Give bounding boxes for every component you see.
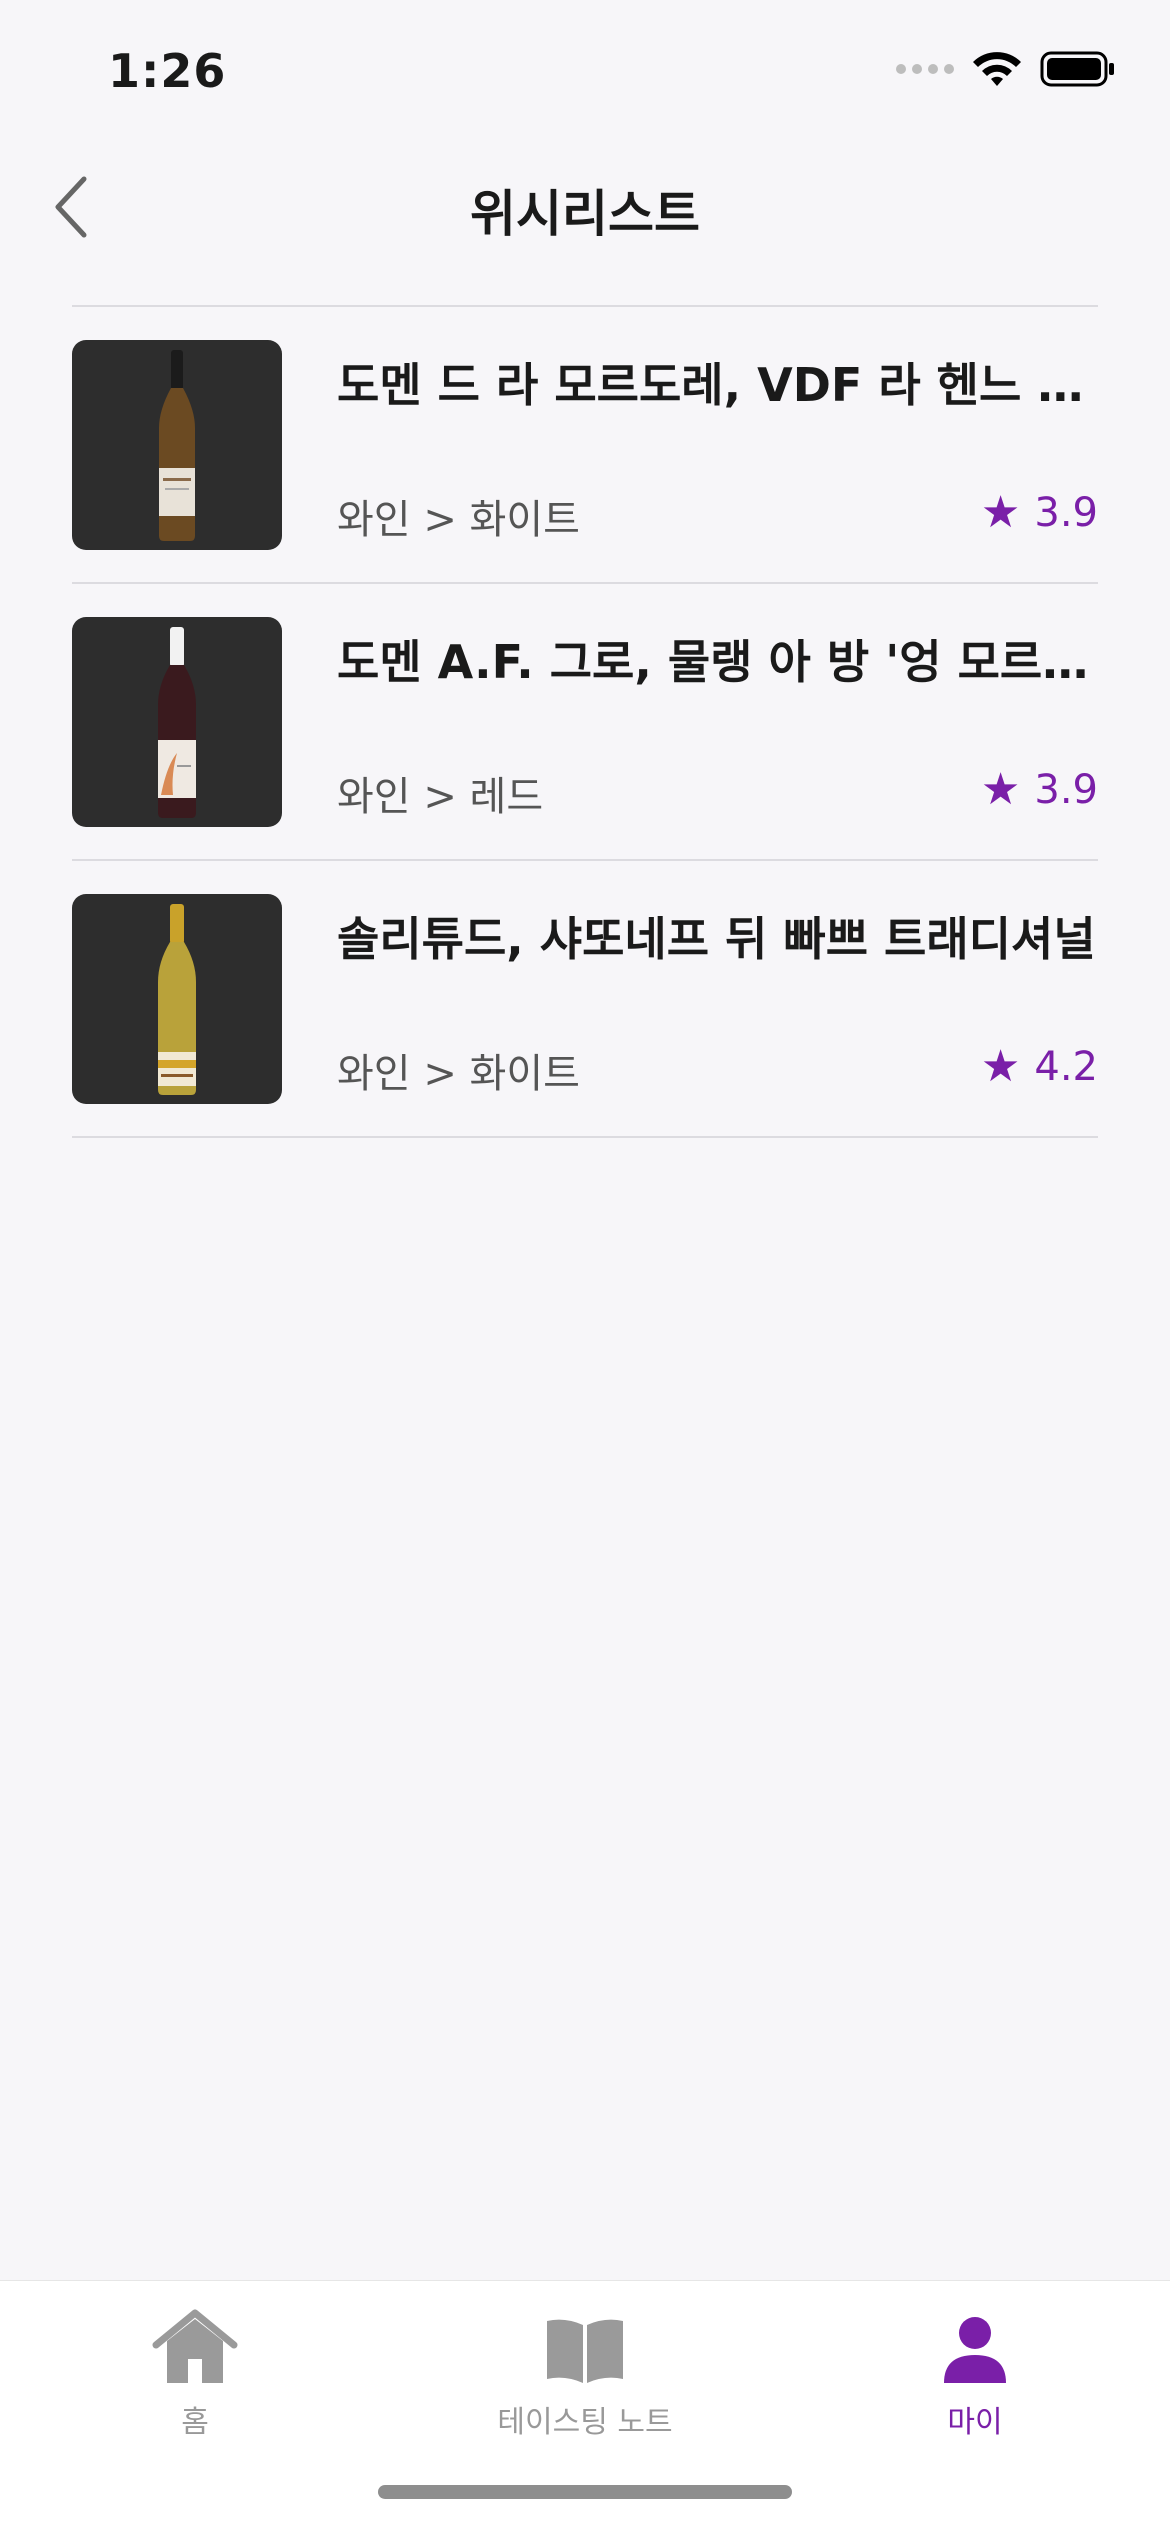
star-icon: ★ xyxy=(980,487,1021,538)
page-title: 위시리스트 xyxy=(470,185,700,243)
status-time: 1:26 xyxy=(108,44,227,98)
cellular-signal-icon xyxy=(896,64,954,74)
wine-title: 도멘 A.F. 그로, 물랭 아 방 '엉 모르페이' xyxy=(337,635,1097,689)
wine-category: 와인 > 화이트 xyxy=(337,497,580,543)
wine-title: 솔리튜드, 샤또네프 뒤 빠쁘 트래디셔널 xyxy=(337,912,1096,966)
tab-label: 홈 xyxy=(181,2405,209,2440)
star-icon: ★ xyxy=(980,1041,1021,1092)
status-icons xyxy=(896,50,1116,88)
home-indicator xyxy=(378,2485,792,2499)
wine-category: 와인 > 레드 xyxy=(337,774,544,820)
battery-icon xyxy=(1040,51,1114,87)
tab-home[interactable]: 홈 xyxy=(45,2305,345,2441)
wine-thumbnail xyxy=(72,340,282,550)
home-icon xyxy=(152,2309,238,2383)
wifi-icon xyxy=(973,52,1021,86)
wine-thumbnail xyxy=(72,617,282,827)
star-icon: ★ xyxy=(980,764,1021,815)
rating-value: 3.9 xyxy=(1034,766,1098,813)
wine-rating: ★ 4.2 xyxy=(981,1041,1098,1092)
wine-rating: ★ 3.9 xyxy=(981,487,1098,538)
wine-category: 와인 > 화이트 xyxy=(337,1051,580,1097)
rating-value: 3.9 xyxy=(1034,489,1098,536)
wishlist: 도멘 드 라 모르도레, VDF 라 헨느 드 플뢰르 와인 > 화이트 ★ 3… xyxy=(72,305,1098,1138)
wine-bottle-image xyxy=(158,903,196,1095)
wine-rating: ★ 3.9 xyxy=(981,764,1098,815)
tab-label: 마이 xyxy=(947,2405,1003,2440)
tab-tasting-notes[interactable]: 테이스팅 노트 xyxy=(435,2305,735,2441)
nav-bar: 위시리스트 xyxy=(0,150,1170,260)
wine-bottle-image xyxy=(158,626,196,818)
tab-my[interactable]: 마이 xyxy=(825,2305,1125,2441)
rating-value: 4.2 xyxy=(1034,1043,1098,1090)
wine-title: 도멘 드 라 모르도레, VDF 라 헨느 드 플뢰르 xyxy=(337,358,1097,412)
status-bar: 1:26 xyxy=(0,0,1170,150)
tab-label: 테이스팅 노트 xyxy=(497,2405,673,2440)
wishlist-item[interactable]: 도멘 A.F. 그로, 물랭 아 방 '엉 모르페이' 와인 > 레드 ★ 3.… xyxy=(72,584,1098,859)
wishlist-item[interactable]: 도멘 드 라 모르도레, VDF 라 헨느 드 플뢰르 와인 > 화이트 ★ 3… xyxy=(72,307,1098,582)
book-icon xyxy=(547,2319,623,2383)
wishlist-item[interactable]: 솔리튜드, 샤또네프 뒤 빠쁘 트래디셔널 와인 > 화이트 ★ 4.2 xyxy=(72,861,1098,1136)
wine-thumbnail xyxy=(72,894,282,1104)
wine-bottle-image xyxy=(159,349,195,541)
divider xyxy=(72,1136,1098,1138)
person-icon xyxy=(944,2317,1006,2383)
